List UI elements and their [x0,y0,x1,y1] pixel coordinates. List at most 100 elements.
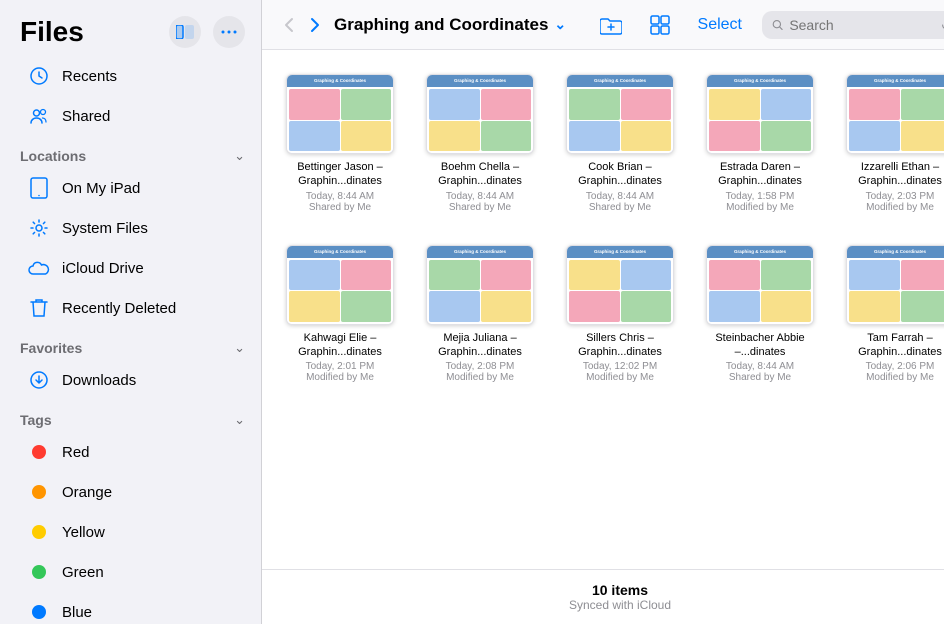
file-grid-container: Graphing & Coordinates Bettinger Jason –… [262,50,944,569]
file-thumbnail: Graphing & Coordinates [846,74,944,154]
file-name: Steinbacher Abbie –...dinates [706,331,814,360]
file-shared-status: Shared by Me [589,202,651,213]
file-item[interactable]: Graphing & Coordinates Tam Farrah – Grap… [838,237,944,392]
file-footer: 10 items Synced with iCloud [262,569,944,624]
file-date: Today, 8:44 AM [446,191,514,202]
locations-section-header[interactable]: Locations ⌄ [0,136,261,168]
file-count: 10 items [274,582,944,598]
sidebar-title: Files [20,16,84,48]
sidebar-item-on-my-ipad-label: On My iPad [62,180,140,197]
file-date: Today, 8:44 AM [586,191,654,202]
arrow-down-circle-icon [28,369,50,391]
file-thumbnail: Graphing & Coordinates [846,245,944,325]
current-folder-title: Graphing and Coordinates [334,15,548,35]
back-button[interactable] [278,13,300,37]
sidebar-item-icloud-drive[interactable]: iCloud Drive [8,249,253,287]
file-item[interactable]: Graphing & Coordinates Bettinger Jason –… [278,66,402,221]
ellipsis-icon [220,23,238,41]
file-thumbnail: Graphing & Coordinates [706,74,814,154]
sidebar-item-recently-deleted-label: Recently Deleted [62,300,176,317]
sidebar-item-downloads[interactable]: Downloads [8,361,253,399]
sidebar-item-recents[interactable]: Recents [8,57,253,95]
sidebar-item-recently-deleted[interactable]: Recently Deleted [8,289,253,327]
file-shared-status: Modified by Me [866,372,934,383]
sidebar-item-system-files[interactable]: System Files [8,209,253,247]
file-name: Bettinger Jason – Graphin...dinates [286,160,394,189]
search-input[interactable] [789,17,934,33]
orange-tag-dot [28,481,50,503]
file-item[interactable]: Graphing & Coordinates Kahwagi Elie – Gr… [278,237,402,392]
sidebar-item-system-files-label: System Files [62,220,148,237]
file-name: Cook Brian – Graphin...dinates [566,160,674,189]
select-label: Select [698,16,742,34]
file-item[interactable]: Graphing & Coordinates Sillers Chris – G… [558,237,682,392]
file-name: Sillers Chris – Graphin...dinates [566,331,674,360]
forward-button[interactable] [304,13,326,37]
sidebar-item-tag-yellow[interactable]: Yellow [8,513,253,551]
file-item[interactable]: Graphing & Coordinates Izzarelli Ethan –… [838,66,944,221]
file-thumbnail: Graphing & Coordinates [566,74,674,154]
file-item[interactable]: Graphing & Coordinates Steinbacher Abbie… [698,237,822,392]
locations-chevron-icon: ⌄ [234,148,245,164]
chevron-right-icon [310,17,320,33]
sidebar-item-icloud-label: iCloud Drive [62,260,144,277]
sidebar-item-tag-orange[interactable]: Orange [8,473,253,511]
file-shared-status: Shared by Me [309,202,371,213]
sidebar-more-button[interactable] [213,16,245,48]
sidebar-item-shared[interactable]: Shared [8,97,253,135]
green-tag-dot [28,561,50,583]
file-shared-status: Shared by Me [449,202,511,213]
favorites-section-title: Favorites [20,340,82,356]
grid-view-button[interactable] [642,11,678,39]
file-shared-status: Modified by Me [586,372,654,383]
new-folder-button[interactable] [592,11,630,39]
clock-icon [28,65,50,87]
gear-icon [28,217,50,239]
tag-orange-label: Orange [62,484,112,501]
trash-icon [28,297,50,319]
sidebar-item-downloads-label: Downloads [62,372,136,389]
panels-icon [176,25,194,39]
file-shared-status: Modified by Me [726,202,794,213]
file-thumbnail: Graphing & Coordinates [566,245,674,325]
file-name: Izzarelli Ethan – Graphin...dinates [846,160,944,189]
sidebar-item-tag-green[interactable]: Green [8,553,253,591]
tag-red-label: Red [62,444,90,461]
file-thumbnail: Graphing & Coordinates [286,74,394,154]
file-item[interactable]: Graphing & Coordinates Boehm Chella – Gr… [418,66,542,221]
file-shared-status: Shared by Me [729,372,791,383]
file-shared-status: Modified by Me [306,372,374,383]
ipad-icon [28,177,50,199]
file-name: Boehm Chella – Graphin...dinates [426,160,534,189]
file-item[interactable]: Graphing & Coordinates Mejia Juliana – G… [418,237,542,392]
select-button[interactable]: Select [690,12,750,38]
folder-badge-plus-icon [600,15,622,35]
sidebar-item-tag-red[interactable]: Red [8,433,253,471]
file-date: Today, 2:03 PM [866,191,935,202]
toolbar: Graphing and Coordinates ⌄ [262,0,944,50]
title-chevron-icon: ⌄ [554,16,566,33]
locations-section-title: Locations [20,148,86,164]
file-item[interactable]: Graphing & Coordinates Cook Brian – Grap… [558,66,682,221]
sidebar-panels-button[interactable] [169,16,201,48]
file-thumbnail: Graphing & Coordinates [426,74,534,154]
sidebar-item-tag-blue[interactable]: Blue [8,593,253,624]
file-item[interactable]: Graphing & Coordinates Estrada Daren – G… [698,66,822,221]
toolbar-actions: Select [592,11,944,39]
search-icon [772,18,783,32]
sidebar-item-on-my-ipad[interactable]: On My iPad [8,169,253,207]
toolbar-title-area: Graphing and Coordinates ⌄ [334,15,584,35]
sidebar-item-shared-label: Shared [62,108,110,125]
tags-section-header[interactable]: Tags ⌄ [0,400,261,432]
chevron-left-icon [284,17,294,33]
toolbar-nav [278,13,326,37]
red-tag-dot [28,441,50,463]
tags-chevron-icon: ⌄ [234,412,245,428]
file-date: Today, 1:58 PM [726,191,795,202]
cloud-icon [28,257,50,279]
search-box [762,11,944,39]
file-date: Today, 2:06 PM [866,361,935,372]
favorites-section-header[interactable]: Favorites ⌄ [0,328,261,360]
main-content: Graphing and Coordinates ⌄ [262,0,944,624]
file-name: Mejia Juliana – Graphin...dinates [426,331,534,360]
